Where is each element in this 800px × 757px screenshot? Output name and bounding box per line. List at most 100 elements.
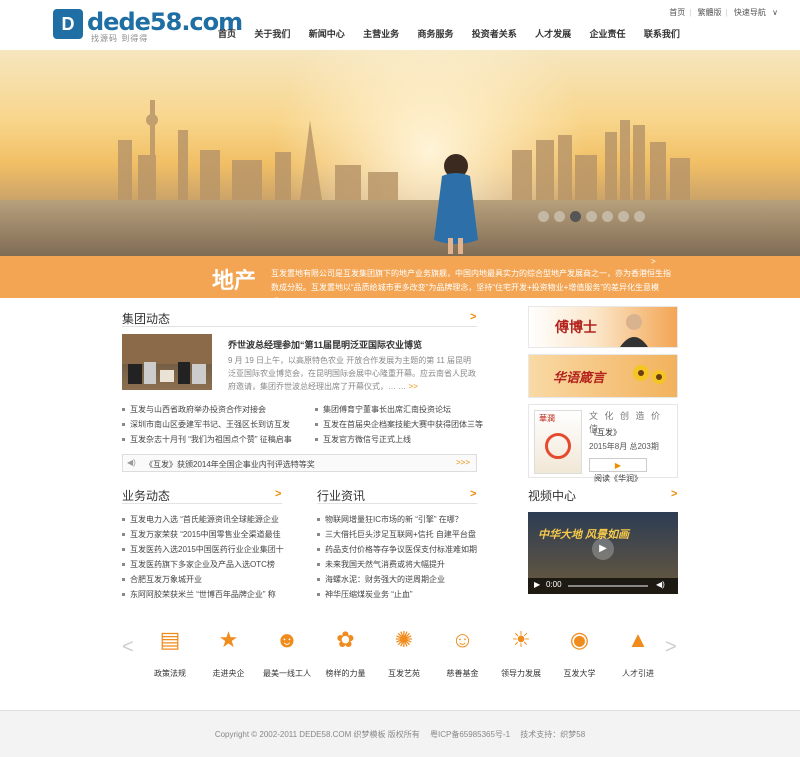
list-item[interactable]: 未来我国天然气消费或将大幅提升: [317, 557, 477, 572]
video-center-more[interactable]: >: [671, 488, 677, 500]
footer-support[interactable]: 技术支持：织梦58: [520, 730, 585, 739]
portrait-icon: [620, 314, 648, 347]
slider-dots: [538, 211, 650, 225]
icon-strip-label: 政策法规: [154, 669, 186, 678]
caption-arrow-icon[interactable]: >: [651, 257, 656, 266]
nav-services[interactable]: 商务服务: [417, 27, 453, 40]
icon-strip-item[interactable]: ✿ 榜样的力量: [316, 626, 376, 679]
list-item[interactable]: 药品支付价格等存争议医保支付标准难如期: [317, 542, 477, 557]
file-icon: ▤: [159, 627, 181, 652]
feature-news-title[interactable]: 乔世波总经理参加“第11届昆明泛亚国际农业博览: [228, 338, 422, 351]
arrow-icon: ▶: [614, 461, 622, 470]
list-item[interactable]: 互发与山西省政府举办投资合作对接会: [122, 402, 292, 417]
list-item[interactable]: 海螺水泥：财务强大的逆周期企业: [317, 572, 477, 587]
nav-contact[interactable]: 联系我们: [644, 27, 680, 40]
list-item[interactable]: 互发在首届央企档案技能大赛中获得团体三等: [315, 417, 483, 432]
icon-strip-label: 慈善基金: [446, 669, 479, 678]
speaker-icon: ◀): [127, 458, 136, 467]
slider-dot[interactable]: [554, 211, 565, 222]
slider-dot[interactable]: [586, 211, 597, 222]
list-item[interactable]: 互发医药旗下多家企业及产品入选OTC榜: [122, 557, 284, 572]
list-item[interactable]: 互发电力入选 “首氏能源资讯全球能源企业: [122, 512, 284, 527]
top-link-home[interactable]: 首页: [669, 8, 685, 17]
logo[interactable]: D dede58.com 找源码 到得得: [53, 8, 243, 43]
list-item[interactable]: 物联网增量狂IC市场的新 “引擎” 在哪？: [317, 512, 477, 527]
icon-strip-label: 领导力发展: [501, 669, 541, 678]
list-item[interactable]: 互发万家荣获 “2015中国零售业全渠道最佳: [122, 527, 284, 542]
industry-news-more[interactable]: >: [470, 488, 476, 500]
nav-about[interactable]: 关于我们: [254, 27, 290, 40]
sun-icon: ☀: [511, 627, 531, 652]
footer: Copyright © 2002-2011 DEDE58.COM 织梦模板 版权…: [0, 710, 800, 757]
list-item[interactable]: 三大借托巨头涉足互联网+信托 自建平台盘: [317, 527, 477, 542]
slider-dot[interactable]: [618, 211, 629, 222]
icon-strip-item[interactable]: ☀ 领导力发展: [491, 626, 551, 679]
hero-banner[interactable]: [0, 50, 800, 256]
emblem-icon: [545, 433, 571, 459]
list-item[interactable]: 神华压缩煤炭业务 “止血”: [317, 587, 477, 602]
play-icon[interactable]: ▶: [592, 538, 614, 560]
magazine-cover[interactable]: 華潤: [534, 410, 582, 474]
sunflower-icon: [633, 365, 666, 384]
list-item[interactable]: 集团傅育宁董事长出席汇南投资论坛: [315, 402, 483, 417]
icon-strip-label: 最美一线工人: [263, 669, 311, 678]
volume-icon[interactable]: ◀): [656, 580, 665, 589]
icon-strip-item[interactable]: ★ 走进央企: [199, 626, 259, 679]
icon-strip-item[interactable]: ▲ 人才引进: [608, 626, 668, 679]
icon-strip-item[interactable]: ▤ 政策法规: [140, 626, 200, 679]
icon-strip-item[interactable]: ☻ 最美一线工人: [257, 626, 317, 679]
business-news-more[interactable]: >: [275, 488, 281, 500]
nav-home[interactable]: 首页: [218, 27, 236, 40]
list-item[interactable]: 深圳市南山区委建军书记、王强区长到访互发: [122, 417, 292, 432]
chevron-left-icon[interactable]: <: [122, 636, 134, 659]
nav-business[interactable]: 主营业务: [363, 27, 399, 40]
industry-news-list: 物联网增量狂IC市场的新 “引擎” 在哪？ 三大借托巨头涉足互联网+信托 自建平…: [317, 512, 477, 602]
university-icon: ◉: [569, 627, 590, 652]
list-item[interactable]: 互发杂志十月刊 “我们为祖国点个赞” 征稿启事: [122, 432, 292, 447]
icon-strip-item[interactable]: ☺ 慈善基金: [433, 626, 493, 679]
nav-news[interactable]: 新闻中心: [309, 27, 345, 40]
quotes-banner[interactable]: 华语箴言: [528, 354, 678, 398]
top-link-quick-nav[interactable]: 快速导航: [734, 8, 766, 17]
business-news-title: 业务动态: [122, 489, 171, 503]
icon-strip-label: 人才引进: [622, 669, 654, 678]
dr-fu-banner[interactable]: 傅博士: [528, 306, 678, 348]
group-news-list-left: 互发与山西省政府举办投资合作对接会 深圳市南山区委建军书记、王强区长到访互发 互…: [122, 402, 292, 447]
slider-dot[interactable]: [538, 211, 549, 222]
slider-dot[interactable]: [602, 211, 613, 222]
group-news-title: 集团动态: [122, 312, 171, 326]
list-item[interactable]: 东阿阿胶荣获米兰 “世博百年品牌企业” 称: [122, 587, 284, 602]
icon-strip-item[interactable]: ✺ 互发艺苑: [374, 626, 434, 679]
main-nav: 首页 关于我们 新闻中心 主营业务 商务服务 投资者关系 人才发展 企业责任 联…: [218, 26, 695, 40]
video-player[interactable]: 中华大地 风景如画 ▶ ▶ 0:00 ◀): [528, 512, 678, 594]
pause-icon[interactable]: ▶: [534, 580, 540, 589]
slider-dot[interactable]: [570, 211, 581, 222]
logo-mark: D: [53, 9, 83, 39]
notice-bar[interactable]: ◀) 《互发》获颁2014年全国企事业内刊评选特等奖 >>>: [122, 454, 477, 472]
list-item[interactable]: 合肥互发万象城开业: [122, 572, 284, 587]
icon-strip: < > ▤ 政策法规 ★ 走进央企 ☻ 最美一线工人 ✿ 榜样的力量 ✺ 互发艺苑 ☺ 慈善基金 ☀ 领导…: [0, 618, 800, 688]
main-content: 集团动态 > 乔世波总经理参加“第11届昆明泛亚国际农业博览 9 月 19 日上…: [0, 298, 800, 710]
feature-news-more[interactable]: >>: [408, 382, 417, 391]
feature-news-image[interactable]: [122, 334, 212, 390]
read-magazine-button[interactable]: ▶ 阅读《华润》: [589, 458, 647, 483]
nav-responsibility[interactable]: 企业责任: [590, 27, 626, 40]
feature-news-text: 9 月 19 日上午，以高原特色农业 开放合作发展为主题的第 11 届昆明泛亚国…: [228, 356, 476, 391]
video-time: 0:00: [546, 580, 562, 589]
list-item[interactable]: 互发医药入选2015中国医药行业企业集团十: [122, 542, 284, 557]
icon-strip-label: 互发大学: [563, 669, 596, 678]
slider-dot[interactable]: [634, 211, 645, 222]
footer-icp[interactable]: 粤ICP备65985365号-1: [430, 730, 510, 739]
star-icon: ★: [218, 627, 239, 652]
nav-talent[interactable]: 人才发展: [535, 27, 571, 40]
notice-text[interactable]: 《互发》获颁2014年全国企事业内刊评选特等奖: [145, 459, 315, 470]
art-icon: ✺: [394, 627, 414, 652]
nav-investors[interactable]: 投资者关系: [472, 27, 517, 40]
group-news-more[interactable]: >: [470, 311, 476, 323]
video-progress[interactable]: [568, 585, 648, 587]
logo-subtitle: 找源码 到得得: [91, 34, 149, 43]
icon-strip-item[interactable]: ◉ 互发大学: [550, 626, 610, 679]
list-item[interactable]: 互发官方微信号正式上线: [315, 432, 483, 447]
notice-more[interactable]: >>>: [456, 458, 470, 467]
top-link-traditional[interactable]: 繁體版: [698, 8, 722, 17]
